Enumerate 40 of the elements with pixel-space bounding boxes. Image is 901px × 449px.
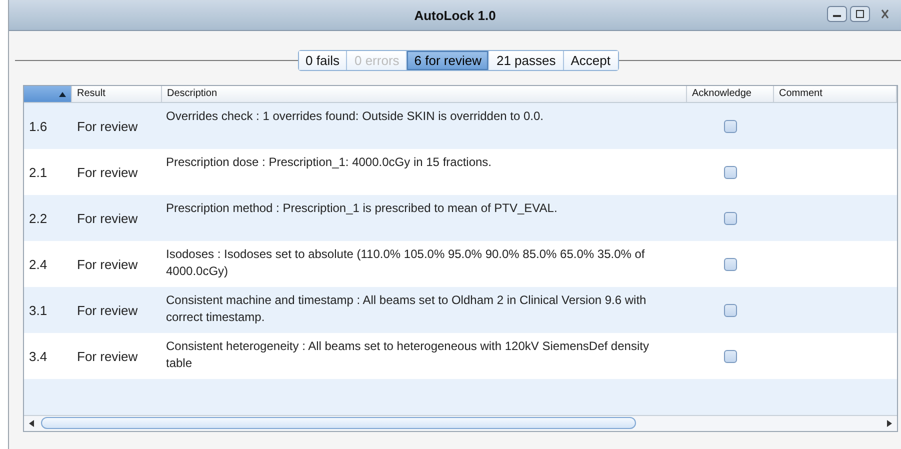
scroll-right-icon[interactable] — [887, 420, 892, 427]
acknowledge-checkbox[interactable] — [724, 304, 737, 316]
acknowledge-checkbox[interactable] — [724, 120, 737, 132]
description-cell-text: Consistent machine and timestamp : All beams set to Oldham 2 in Clinical Version 9.6 with correct timestamp. — [165, 292, 648, 326]
result-cell-text: For review — [76, 210, 139, 228]
result-cell-text: For review — [76, 118, 139, 136]
description-cell-text: Consistent heterogeneity : All beams set to heterogeneous with 120kV SiemensDef density table — [165, 338, 650, 372]
horizontal-scrollbar[interactable] — [24, 415, 897, 431]
column-header[interactable]: Comment — [774, 86, 897, 102]
sort-ascending-icon[interactable] — [59, 92, 66, 96]
check-number: 3.4 — [28, 348, 48, 366]
filter-tab[interactable]: 0 fails — [298, 50, 348, 70]
column-header[interactable]: Description — [162, 86, 687, 102]
check-number: 1.6 — [28, 118, 48, 136]
window-title: AutoLock 1.0 — [414, 8, 496, 22]
result-cell-text: For review — [76, 348, 139, 366]
filter-tab[interactable]: Accept — [564, 50, 618, 70]
column-header[interactable]: Result — [72, 86, 162, 102]
result-cell-text: For review — [76, 302, 139, 320]
acknowledge-checkbox[interactable] — [724, 258, 737, 270]
check-number: 2.2 — [28, 210, 48, 228]
column-header[interactable]: Acknowledge — [687, 86, 774, 102]
filter-tab[interactable]: 21 passes — [489, 50, 564, 70]
check-number: 2.4 — [28, 256, 48, 274]
maximize-icon[interactable] — [850, 6, 870, 22]
check-number: 3.1 — [28, 302, 48, 320]
result-cell-text: For review — [76, 164, 139, 182]
acknowledge-checkbox[interactable] — [724, 212, 737, 224]
filter-tab[interactable]: 6 for review — [407, 50, 490, 70]
description-cell-text: Prescription dose : Prescription_1: 4000.0cGy in 15 fractions. — [165, 154, 492, 171]
description-cell-text: Isodoses : Isodoses set to absolute (110.0% 105.0% 95.0% 90.0% 85.0% 65.0% 35.0% of 4000.0cGy) — [165, 246, 646, 280]
scroll-left-icon[interactable] — [29, 420, 34, 427]
scrollbar-thumb[interactable] — [41, 417, 636, 429]
acknowledge-checkbox[interactable] — [724, 350, 737, 362]
acknowledge-checkbox[interactable] — [724, 166, 737, 178]
result-cell-text: For review — [76, 256, 139, 274]
description-cell-text: Prescription method : Prescription_1 is prescribed to mean of PTV_EVAL. — [165, 200, 558, 217]
description-cell-text: Overrides check : 1 overrides found: Outside SKIN is overridden to 0.0. — [165, 108, 545, 125]
check-number: 2.1 — [28, 164, 48, 182]
minimize-icon[interactable] — [827, 6, 847, 22]
